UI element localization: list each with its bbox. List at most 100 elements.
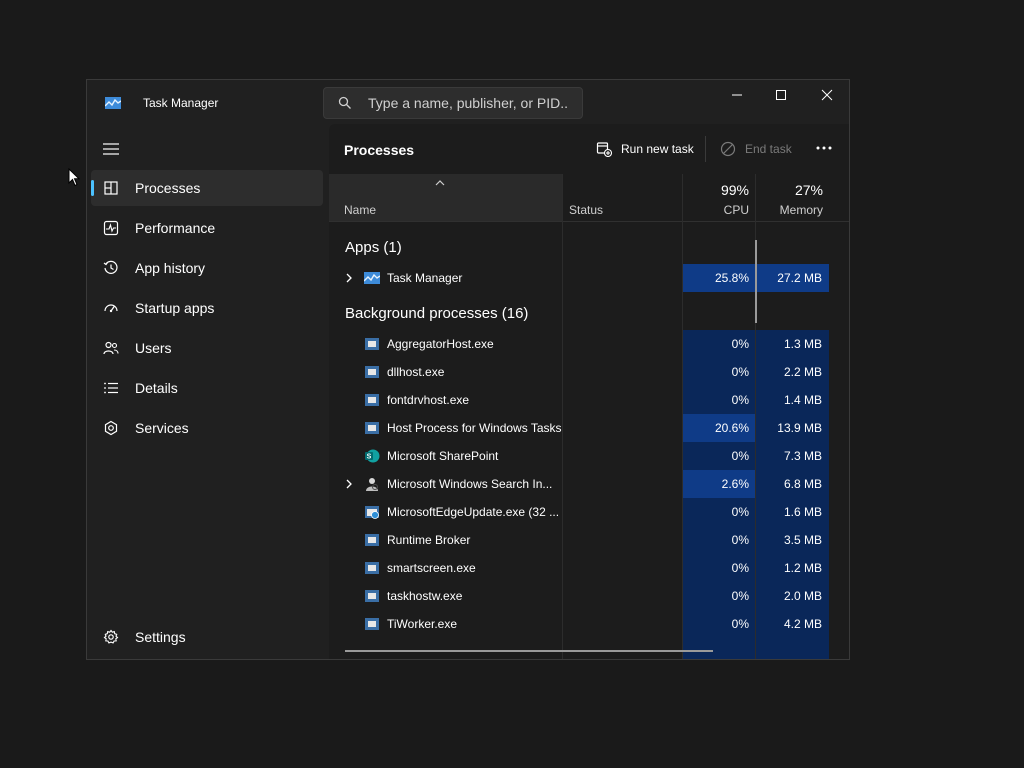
- cpu-cell: [683, 638, 755, 659]
- sidebar-item-processes[interactable]: Processes: [91, 170, 323, 206]
- table-row[interactable]: Microsoft Windows Search In... 2.6% 6.8 …: [329, 470, 829, 498]
- chevron-right-icon[interactable]: [344, 479, 354, 489]
- sidebar-item-settings[interactable]: Settings: [91, 619, 323, 655]
- cpu-cell: 0%: [683, 582, 755, 610]
- memory-cell: 27.2 MB: [756, 264, 829, 292]
- horizontal-scrollbar[interactable]: [345, 650, 713, 652]
- memory-cell: 7.3 MB: [756, 442, 829, 470]
- sidebar-item-label: Processes: [135, 180, 201, 196]
- end-task-label: End task: [745, 142, 792, 156]
- column-header-cpu[interactable]: 99% CPU: [683, 174, 755, 222]
- end-task-icon: [720, 141, 736, 157]
- maximize-button[interactable]: [759, 80, 803, 110]
- group-header-apps[interactable]: Apps (1): [329, 234, 829, 262]
- sidebar-item-details[interactable]: Details: [91, 370, 323, 406]
- table-row[interactable]: fontdrvhost.exe 0% 1.4 MB: [329, 386, 829, 414]
- process-icon: [365, 590, 379, 602]
- process-icon: [365, 562, 379, 574]
- memory-cell: 4.2 MB: [756, 610, 829, 638]
- memory-cell: 13.9 MB: [756, 414, 829, 442]
- cpu-cell: 0%: [683, 526, 755, 554]
- process-name: Microsoft Windows Search In...: [387, 477, 553, 491]
- memory-cell: 6.8 MB: [756, 470, 829, 498]
- sort-ascending-icon: [435, 180, 445, 186]
- process-name: taskhostw.exe: [387, 589, 463, 603]
- memory-cell: 1.4 MB: [756, 386, 829, 414]
- table-row-partial: [329, 638, 829, 659]
- group-header-background[interactable]: Background processes (16): [329, 300, 829, 328]
- column-label: CPU: [723, 203, 749, 217]
- startup-icon: [104, 304, 118, 313]
- task-manager-icon: [364, 272, 380, 284]
- more-options-icon[interactable]: [815, 140, 833, 156]
- process-icon: [365, 394, 379, 406]
- minimize-button[interactable]: [715, 80, 759, 110]
- memory-cell: 2.0 MB: [756, 582, 829, 610]
- process-icon: [365, 618, 379, 630]
- search-input[interactable]: [368, 88, 568, 118]
- cpu-cell: 25.8%: [683, 264, 755, 292]
- column-label: Name: [344, 203, 377, 217]
- details-icon: [104, 382, 118, 394]
- search-icon: [338, 96, 351, 109]
- cpu-cell: 0%: [683, 498, 755, 526]
- group-label: Apps (1): [345, 239, 402, 256]
- sidebar-item-label: Users: [135, 340, 172, 356]
- cpu-cell: 0%: [683, 330, 755, 358]
- settings-label: Settings: [135, 629, 186, 645]
- users-icon: [103, 341, 119, 355]
- memory-cell: 2.2 MB: [756, 358, 829, 386]
- process-name: Runtime Broker: [387, 533, 471, 547]
- window-title: Task Manager: [143, 96, 219, 110]
- sidebar-item-app-history[interactable]: App history: [91, 250, 323, 286]
- process-icon: [365, 422, 379, 434]
- sidebar-item-performance[interactable]: Performance: [91, 210, 323, 246]
- run-new-task-label: Run new task: [621, 142, 694, 156]
- history-icon: [103, 260, 118, 274]
- close-icon: [821, 89, 833, 101]
- sharepoint-icon: S: [365, 449, 380, 463]
- column-header-name[interactable]: Name: [329, 174, 562, 222]
- sidebar-item-startup-apps[interactable]: Startup apps: [91, 290, 323, 326]
- chevron-right-icon[interactable]: [344, 273, 354, 283]
- cpu-cell: 0%: [683, 554, 755, 582]
- table-row[interactable]: Task Manager 25.8% 27.2 MB: [329, 264, 829, 292]
- table-row[interactable]: taskhostw.exe 0% 2.0 MB: [329, 582, 829, 610]
- close-button[interactable]: [805, 80, 849, 110]
- table-row[interactable]: AggregatorHost.exe 0% 1.3 MB: [329, 330, 829, 358]
- toolbar-divider: [705, 136, 706, 162]
- memory-cell: [756, 638, 829, 659]
- process-icon: [365, 338, 379, 350]
- column-header-status[interactable]: Status: [563, 174, 682, 222]
- table-row[interactable]: TiWorker.exe 0% 4.2 MB: [329, 610, 829, 638]
- sidebar-item-services[interactable]: Services: [91, 410, 323, 446]
- sidebar: Processes Performance App history Startu…: [87, 124, 327, 659]
- gear-icon: [103, 629, 119, 644]
- sidebar-item-label: Services: [135, 420, 189, 436]
- sidebar-item-label: App history: [135, 260, 206, 276]
- search-indexer-icon: [366, 478, 378, 491]
- vertical-scrollbar[interactable]: [755, 240, 757, 323]
- column-header-memory[interactable]: 27% Memory: [756, 174, 849, 222]
- table-row[interactable]: S Microsoft SharePoint 0% 7.3 MB: [329, 442, 829, 470]
- table-row[interactable]: MicrosoftEdgeUpdate.exe (32 ... 0% 1.6 M…: [329, 498, 829, 526]
- memory-cell: 1.6 MB: [756, 498, 829, 526]
- sidebar-item-users[interactable]: Users: [91, 330, 323, 366]
- process-name: MicrosoftEdgeUpdate.exe (32 ...: [387, 505, 560, 519]
- table-row[interactable]: smartscreen.exe 0% 1.2 MB: [329, 554, 829, 582]
- process-name: smartscreen.exe: [387, 561, 476, 575]
- table-row[interactable]: Runtime Broker 0% 3.5 MB: [329, 526, 829, 554]
- sidebar-item-label: Details: [135, 380, 178, 396]
- search-box[interactable]: [323, 87, 583, 119]
- end-task-button[interactable]: End task: [720, 138, 792, 160]
- cpu-cell: 0%: [683, 358, 755, 386]
- memory-cell: 1.3 MB: [756, 330, 829, 358]
- table-row[interactable]: dllhost.exe 0% 2.2 MB: [329, 358, 829, 386]
- run-new-task-button[interactable]: Run new task: [596, 138, 694, 160]
- group-label: Background processes (16): [345, 305, 529, 322]
- table-row[interactable]: Host Process for Windows Tasks 20.6% 13.…: [329, 414, 829, 442]
- mouse-cursor-icon: [68, 168, 80, 187]
- run-new-task-icon: [596, 142, 612, 157]
- hamburger-menu-icon[interactable]: [103, 142, 119, 156]
- svg-text:S: S: [367, 454, 372, 461]
